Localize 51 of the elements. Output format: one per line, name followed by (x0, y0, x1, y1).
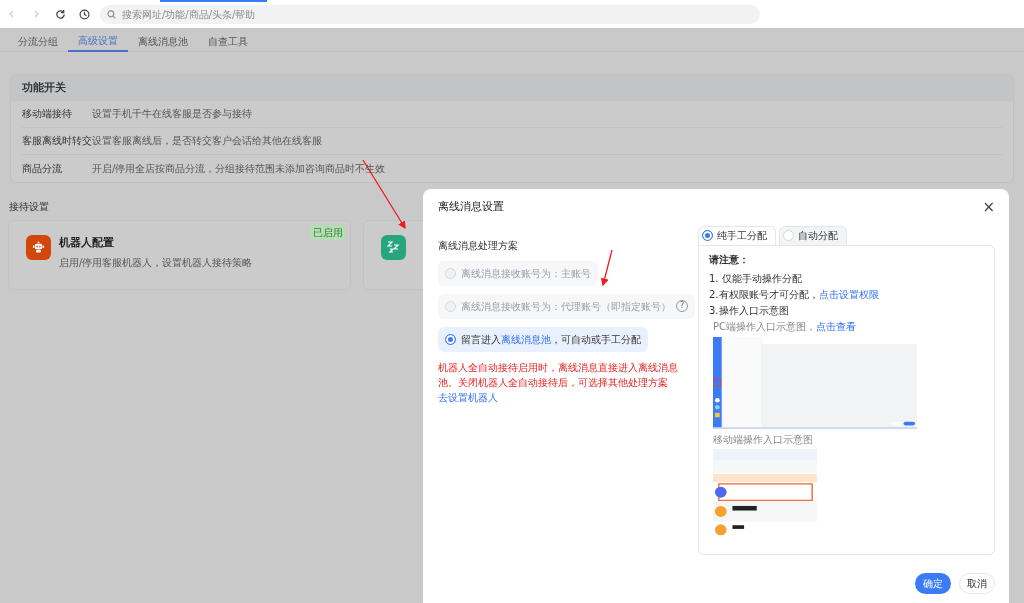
search-icon (107, 9, 116, 19)
caption: 移动端操作入口示意图 (713, 432, 814, 447)
tab[interactable]: 自查工具 (198, 28, 258, 52)
notice-title: 请注意： (709, 252, 750, 267)
status-badge: 已启用 (310, 224, 346, 240)
cancel-button[interactable]: 取消 (959, 572, 995, 594)
radio-option[interactable]: 留言进入离线消息池，可自动或手工分配 (438, 326, 648, 352)
warning-text: 机器人全自动接待启用时，离线消息直接进入离线消息池。关闭机器人全自动接待后，可选择其他处理方案 去设置机器人 (438, 360, 679, 405)
address-field[interactable]: 搜索网址/功能/商品/头条/帮助 (100, 4, 760, 24)
confirm-button[interactable]: 确定 (915, 572, 951, 594)
tab[interactable]: 分流分组 (8, 28, 68, 52)
notice-item: 2.有权限账号才可分配，点击设置权限 (709, 287, 880, 302)
setting-name: 商品分流 (22, 161, 63, 176)
history-button[interactable] (76, 6, 92, 22)
card-title: 机器人配置 (59, 234, 115, 251)
caption: PC端操作入口示意图， (713, 320, 816, 332)
setting-description: 设置手机千牛在线客服是否参与接待 (92, 107, 252, 122)
setting-name: 移动端接待 (22, 107, 73, 122)
assign-tab[interactable]: 自动分配 (779, 225, 847, 245)
tab[interactable]: 高级设置 (68, 28, 128, 52)
setting-name: 客服离线时转交 (22, 134, 92, 149)
option-label: 留言进入离线消息池，可自动或手工分配 (461, 332, 641, 347)
card-header: 功能开关 (11, 75, 1013, 101)
robot-icon (26, 234, 51, 260)
tab[interactable]: 离线消息池 (128, 28, 198, 52)
tab-label: 纯手工分配 (717, 229, 767, 243)
view-link[interactable]: 点击查看 (816, 320, 856, 332)
clock-icon (78, 8, 90, 20)
setting-card[interactable]: 机器人配置 启用/停用客服机器人，设置机器人接待策略 已启用 (8, 219, 351, 290)
option-label: 离线消息接收账号为：主账号 (461, 266, 591, 281)
message-pool-link[interactable]: 离线消息池 (501, 333, 551, 345)
assign-tab[interactable]: 纯手工分配 (698, 225, 776, 245)
notice-item: 1. 仅能手动操作分配 (709, 271, 803, 286)
notice-item: 3.操作入口示意图 (709, 303, 790, 318)
permission-link[interactable]: 点击设置权限 (818, 288, 879, 300)
card-description: 启用/停用客服机器人，设置机器人接待策略 (59, 256, 253, 271)
close-button[interactable]: × (982, 199, 995, 215)
dialog-title: 离线消息设置 (438, 199, 504, 215)
chevron-right-icon (32, 10, 40, 18)
radio-button[interactable] (702, 230, 713, 241)
radio-button[interactable] (445, 333, 456, 345)
chevron-left-icon (8, 10, 16, 18)
section-title: 离线消息处理方案 (438, 238, 519, 253)
annotation-arrow (600, 249, 613, 287)
setting-description: 设置客服离线后，是否转交客户会话给其他在线客服 (92, 134, 322, 149)
section-title: 接待设置 (9, 199, 49, 214)
option-label: 离线消息接收账号为：代理账号（即指定账号） (461, 299, 671, 314)
sleep-icon (381, 234, 406, 260)
tab-label: 自动分配 (798, 229, 838, 243)
reload-icon (54, 8, 66, 20)
robot-settings-link[interactable]: 去设置机器人 (438, 391, 498, 403)
